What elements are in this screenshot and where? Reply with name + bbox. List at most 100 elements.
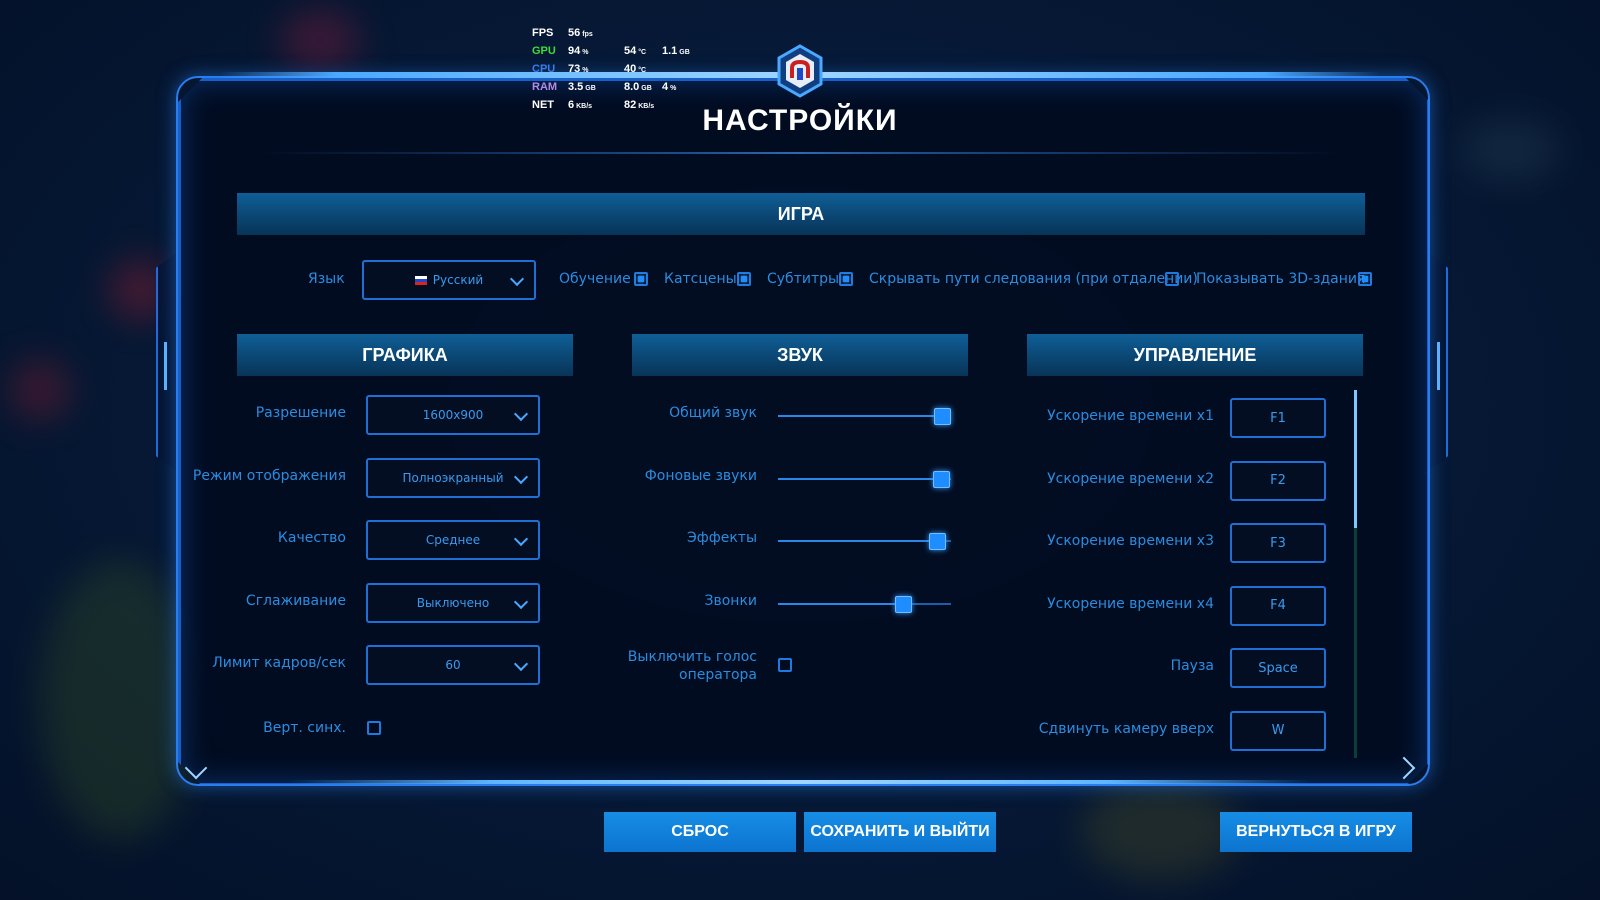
section-header-controls: УПРАВЛЕНИЕ	[1027, 334, 1363, 376]
game-option-checkbox[interactable]	[737, 272, 751, 286]
sound-slider[interactable]	[778, 595, 951, 613]
chevron-down-icon	[513, 656, 529, 672]
keybind-key: F3	[1270, 535, 1286, 551]
keybind-label: Ускорение времени x3	[1047, 533, 1214, 549]
keybind-label: Ускорение времени x4	[1047, 595, 1214, 612]
overlay-value-cell: 1.1 GB	[662, 42, 690, 60]
title-divider	[260, 152, 1340, 154]
slider-fill	[778, 540, 937, 542]
overlay-value-cell	[624, 24, 662, 42]
keybind-button[interactable]: F3	[1230, 523, 1326, 563]
controls-scrollbar-thumb[interactable]	[1354, 390, 1357, 528]
page-title: НАСТРОЙКИ	[702, 104, 898, 137]
return-to-game-button[interactable]: ВЕРНУТЬСЯ В ИГРУ	[1220, 812, 1412, 852]
section-header-game: ИГРА	[237, 193, 1365, 235]
game-option-checkbox[interactable]	[839, 272, 853, 286]
overlay-value: 73	[568, 63, 581, 75]
keybind-button[interactable]: F2	[1230, 460, 1326, 501]
section-header-graphics: ГРАФИКА	[237, 334, 573, 376]
mute-operator-checkbox[interactable]	[778, 658, 792, 672]
frame-side-decoration-left	[156, 250, 180, 474]
game-option-label: Обучение	[559, 271, 631, 287]
overlay-value-cell	[662, 96, 664, 114]
slider-thumb[interactable]	[895, 595, 912, 613]
graphics-setting-label: Сглаживание	[245, 592, 346, 609]
game-option-checkbox[interactable]	[1358, 272, 1372, 286]
keybind-label: Пауза	[1170, 658, 1214, 674]
chevron-down-icon	[513, 531, 529, 547]
sound-slider[interactable]	[778, 533, 951, 550]
vsync-label: Верт. синх.	[263, 720, 346, 736]
graphics-setting-dropdown[interactable]: Полноэкранный	[366, 457, 540, 498]
overlay-value: 1.1	[662, 45, 678, 57]
overlay-value-cell: 3.5 GB	[568, 78, 624, 96]
overlay-row: NET 6 KB/s 82 KB/s	[532, 96, 690, 114]
background-blur	[10, 360, 70, 420]
background-blur	[40, 560, 200, 840]
graphics-setting-label: Разрешение	[255, 405, 346, 421]
game-logo-icon	[777, 44, 823, 98]
graphics-setting-dropdown[interactable]: 1600x900	[366, 395, 540, 435]
overlay-value: 54	[624, 45, 637, 57]
game-option-label: Катсцены	[664, 271, 737, 287]
keybind-label: Сдвинуть камеру вверх	[1038, 720, 1214, 737]
keybind-key: F4	[1270, 598, 1286, 613]
game-option-label: Показывать 3D-здания	[1196, 271, 1366, 287]
sound-slider[interactable]	[778, 470, 951, 488]
slider-thumb[interactable]	[929, 533, 946, 550]
dropdown-value: Среднее	[425, 533, 481, 547]
keybind-key: Space	[1258, 660, 1298, 676]
overlay-value: 82	[624, 99, 637, 111]
overlay-value-cell: 82 KB/s	[624, 96, 662, 114]
language-dropdown[interactable]: Русский	[362, 260, 536, 300]
overlay-row: GPU 94% 54 °C 1.1 GB	[532, 42, 690, 60]
overlay-value: 56	[568, 27, 581, 39]
game-option-checkbox[interactable]	[1165, 272, 1179, 286]
dropdown-value: 60	[445, 658, 461, 672]
chevron-down-icon	[513, 406, 529, 422]
reset-button[interactable]: СБРОС	[604, 812, 796, 852]
graphics-setting-label: Режим отображения	[192, 467, 346, 484]
slider-fill	[778, 602, 903, 605]
overlay-label: CPU	[532, 63, 556, 75]
background-blur	[280, 10, 360, 70]
sound-slider-label: Эффекты	[687, 530, 757, 546]
game-option-label: Скрывать пути следования (при отдалении)	[869, 271, 1198, 287]
chevron-down-icon	[513, 469, 529, 484]
overlay-unit: KB/s	[576, 103, 593, 110]
slider-fill	[778, 415, 942, 417]
mute-operator-label: Выключить голос оператора	[628, 648, 757, 684]
graphics-setting-dropdown[interactable]: Среднее	[366, 520, 540, 560]
overlay-value-cell: 94%	[568, 42, 624, 60]
slider-thumb[interactable]	[933, 470, 950, 488]
overlay-row: CPU 73% 40 °C	[532, 60, 690, 78]
overlay-value-cell	[662, 24, 664, 42]
overlay-label: GPU	[532, 45, 556, 57]
mute-operator-label-line1: Выключить голос	[627, 649, 757, 665]
keybind-button[interactable]: F1	[1230, 398, 1326, 438]
graphics-setting-dropdown[interactable]: 60	[366, 645, 540, 685]
overlay-value-cell	[662, 60, 664, 78]
dropdown-value: 1600x900	[422, 408, 484, 422]
slider-thumb[interactable]	[934, 408, 951, 425]
keybind-button[interactable]: W	[1230, 710, 1326, 751]
overlay-value-cell: 6 KB/s	[568, 96, 624, 114]
overlay-label: RAM	[532, 81, 558, 93]
overlay-value: 94	[568, 45, 581, 57]
performance-overlay: FPS 56 fps GPU 94% 54 °C 1.1 GB CPU 73% 40 °C RAM 3.5 G…	[532, 24, 690, 114]
overlay-value: 40	[624, 63, 637, 75]
save-and-exit-button[interactable]: СОХРАНИТЬ И ВЫЙТИ	[804, 812, 996, 852]
vsync-checkbox[interactable]	[367, 721, 381, 735]
dropdown-value: Полноэкранный	[402, 470, 504, 485]
keybind-button[interactable]: F4	[1230, 585, 1326, 626]
graphics-setting-label: Лимит кадров/сек	[212, 655, 346, 671]
chevron-down-icon	[509, 271, 525, 287]
overlay-value-cell: 8.0 GB	[624, 78, 662, 96]
overlay-label: NET	[532, 99, 554, 111]
game-option-checkbox[interactable]	[634, 272, 648, 286]
graphics-setting-dropdown[interactable]: Выключено	[366, 582, 540, 623]
sound-slider-label: Общий звук	[669, 405, 757, 421]
game-option-label: Субтитры	[767, 271, 840, 287]
keybind-button[interactable]: Space	[1230, 648, 1326, 688]
sound-slider[interactable]	[778, 408, 951, 425]
